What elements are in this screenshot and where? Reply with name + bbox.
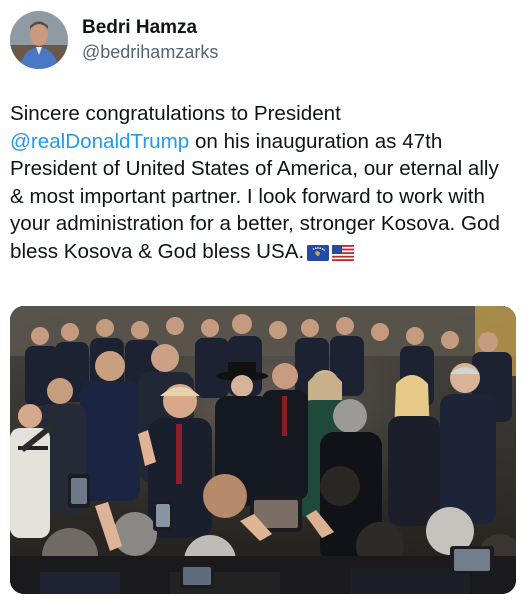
- tweet-header: Bedri Hamza @bedrihamzarks: [10, 10, 218, 70]
- avatar[interactable]: [10, 11, 68, 69]
- inauguration-crowd-photo: [10, 306, 516, 594]
- tweet-text-part: Sincere congratulations to President: [10, 102, 341, 125]
- user-names: Bedri Hamza @bedrihamzarks: [82, 16, 218, 64]
- display-name[interactable]: Bedri Hamza: [82, 16, 218, 39]
- user-handle[interactable]: @bedrihamzarks: [82, 41, 218, 64]
- tweet-photo[interactable]: [10, 306, 516, 594]
- tweet-card: Bedri Hamza @bedrihamzarks Sincere congr…: [0, 0, 526, 600]
- kosovo-flag-icon: [307, 244, 330, 261]
- usa-flag-icon: [332, 244, 355, 261]
- tweet-text: Sincere congratulations to President @re…: [10, 100, 518, 265]
- avatar-photo-icon: [10, 11, 68, 69]
- mention-link[interactable]: @realDonaldTrump: [10, 130, 189, 153]
